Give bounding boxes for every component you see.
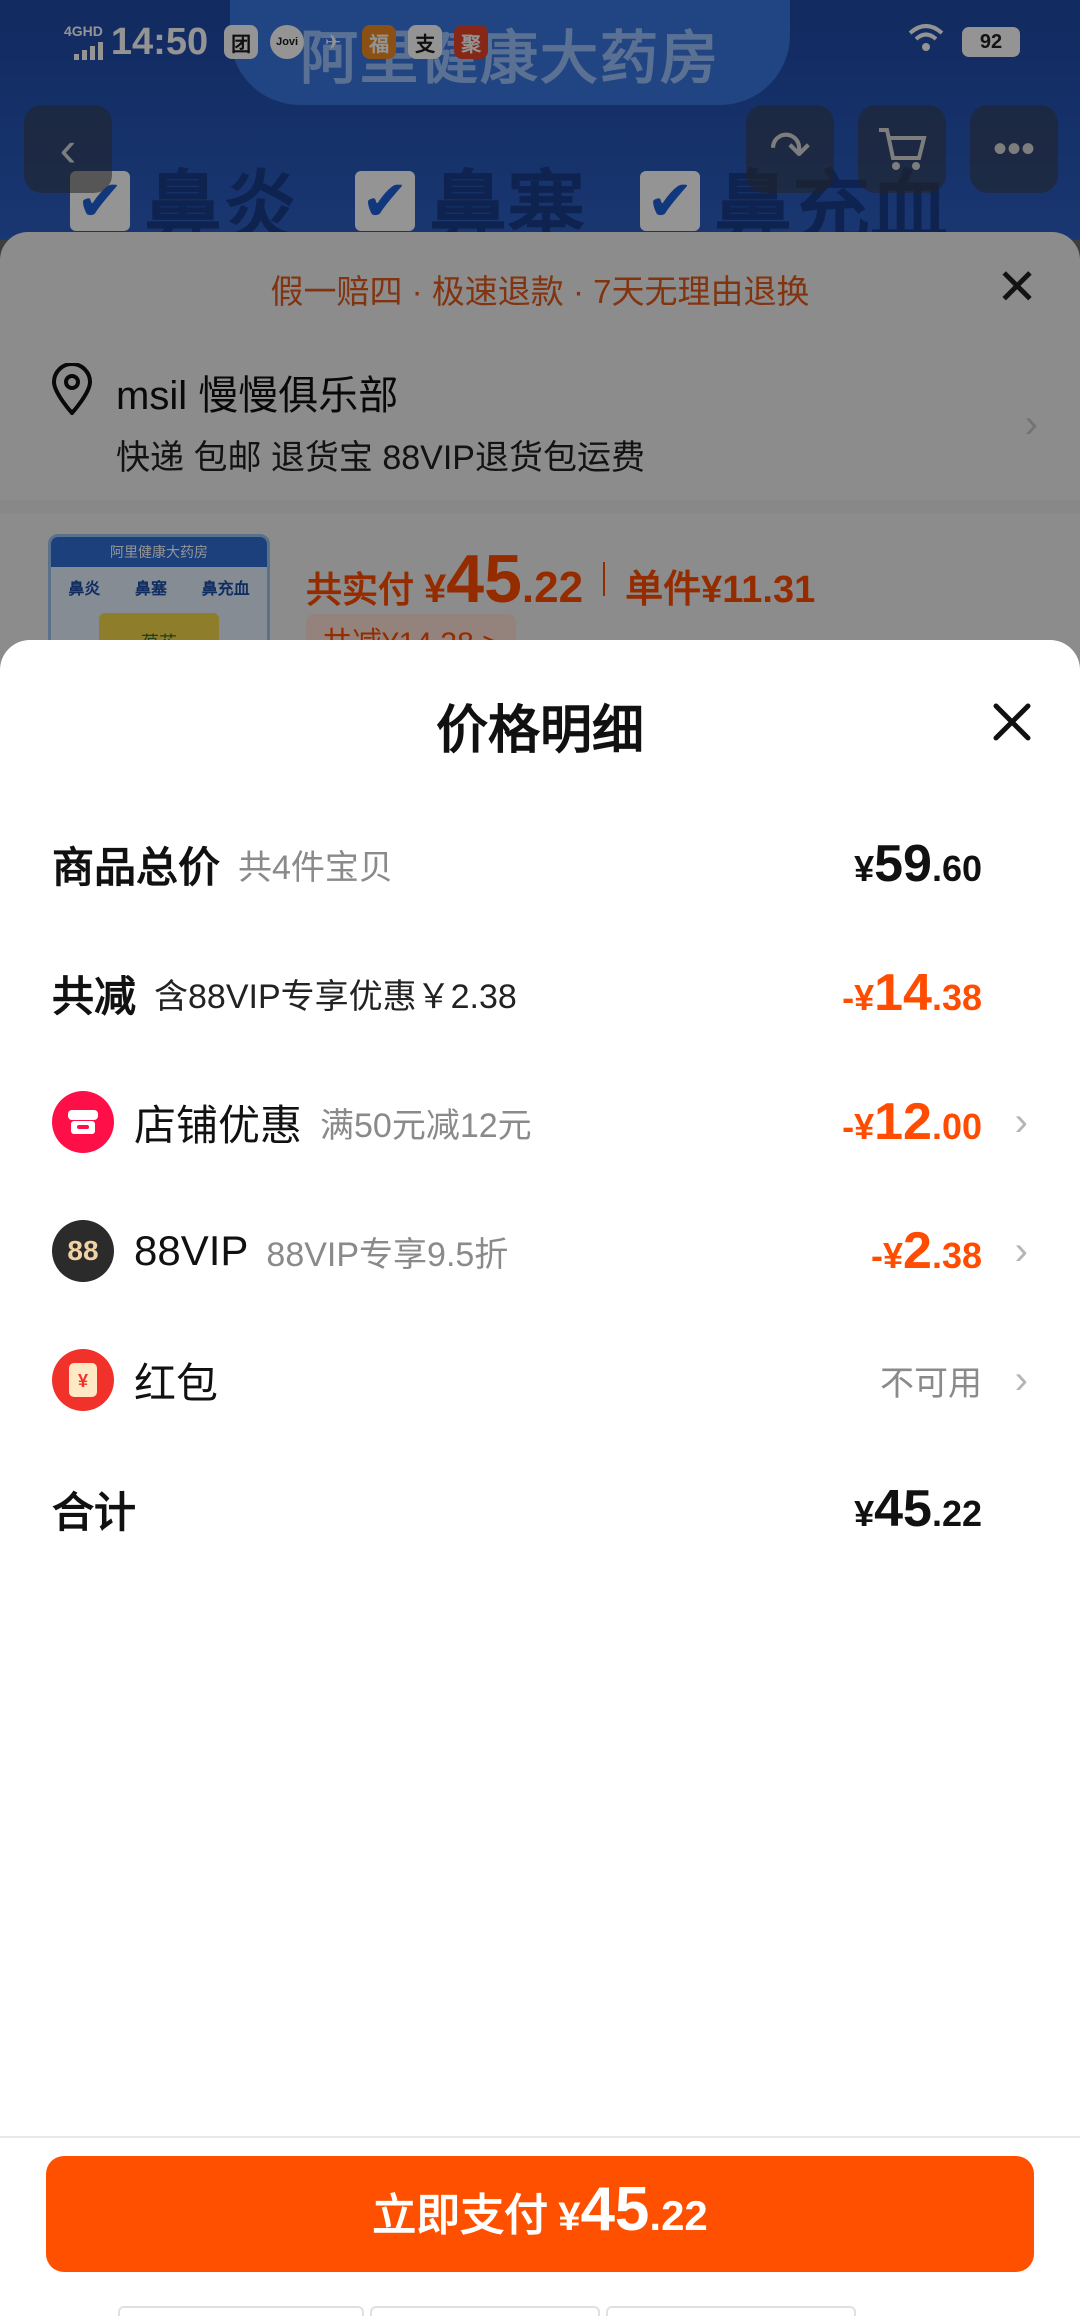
row-88vip[interactable]: 88 88VIP 88VIP专享9.5折 -¥ 2 .38 ›	[52, 1211, 1028, 1291]
pay-now-button[interactable]: 立即支付 ¥ 45 .22	[46, 2156, 1034, 2272]
chevron-right-icon[interactable]: ›	[988, 1358, 1028, 1403]
vip-label: 88VIP	[134, 1227, 249, 1274]
row-red-packet[interactable]: ¥ 红包 不可用 ›	[52, 1340, 1028, 1420]
total-reduced-amount: -¥ 14 .38	[842, 964, 982, 1022]
grand-total-label: 合计	[52, 1488, 137, 1536]
item-total-amount: ¥ 59 .60	[854, 835, 982, 893]
vip-discount-note: 含88VIP专享优惠￥2.38	[154, 977, 517, 1016]
red-packet-icon: ¥	[52, 1349, 114, 1411]
red-packet-label: 红包	[134, 1359, 219, 1407]
store-discount-rule: 满50元减12元	[320, 1106, 532, 1145]
vip-discount-amount: -¥ 2 .38	[871, 1222, 982, 1280]
store-icon	[52, 1091, 114, 1153]
chevron-right-icon[interactable]: ›	[988, 1100, 1028, 1145]
app-screen: 阿里健康大药房 ✔ 鼻炎 ✔ 鼻塞 ✔ 鼻充血 4GHD 14:50 团 Jovi ✈…	[0, 0, 1080, 2316]
item-count: 共4件宝贝	[238, 848, 393, 887]
store-discount-amount: -¥ 12 .00	[842, 1093, 982, 1151]
store-discount-label: 店铺优惠	[134, 1101, 303, 1149]
row-grand-total: 合计 ¥ 45 .22	[52, 1469, 1028, 1549]
row-total-reduced: 共减 含88VIP专享优惠￥2.38 -¥ 14 .38	[52, 953, 1028, 1033]
divider	[0, 2136, 1080, 2138]
total-reduced-label: 共减	[52, 972, 137, 1020]
price-detail-sheet: 价格明细 商品总价 共4件宝贝 ¥ 59 .60 共减 含88VIP专享优惠￥2…	[0, 640, 1080, 2316]
red-packet-status: 不可用	[880, 1364, 982, 1403]
row-item-total: 商品总价 共4件宝贝 ¥ 59 .60	[52, 824, 1028, 904]
close-icon[interactable]	[990, 700, 1034, 744]
sheet-title: 价格明细	[435, 702, 644, 760]
bottom-tabs-peek	[118, 2306, 856, 2316]
row-store-discount[interactable]: 店铺优惠 满50元减12元 -¥ 12 .00 ›	[52, 1082, 1028, 1162]
item-total-label: 商品总价	[52, 843, 221, 891]
chevron-right-icon[interactable]: ›	[988, 1229, 1028, 1274]
vip-88-icon: 88	[52, 1220, 114, 1282]
grand-total-amount: ¥ 45 .22	[854, 1480, 982, 1538]
vip-discount-rule: 88VIP专享9.5折	[266, 1235, 509, 1274]
